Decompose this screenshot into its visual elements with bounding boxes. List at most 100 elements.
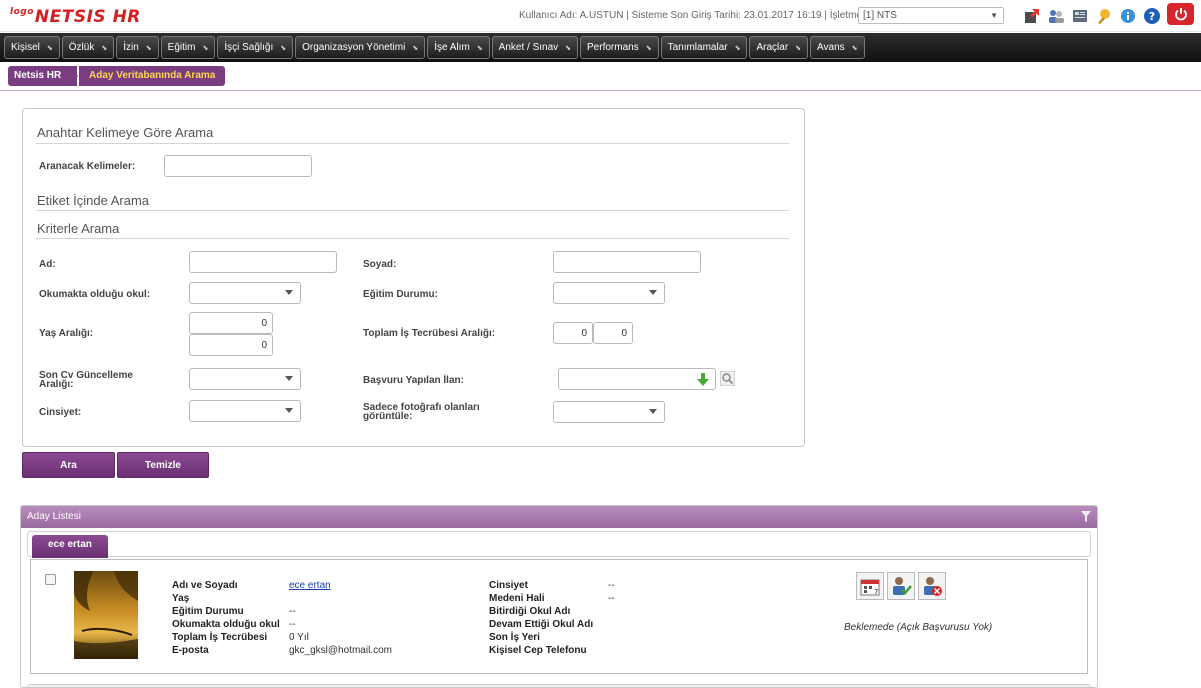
- last-name-input[interactable]: [553, 251, 701, 273]
- candidate-photo: [74, 571, 138, 659]
- help-icon[interactable]: ?: [1143, 7, 1161, 25]
- candidate-checkbox[interactable]: [45, 574, 56, 585]
- school-value: --: [289, 619, 296, 630]
- nav-ozluk[interactable]: Özlük ⬊: [61, 36, 115, 59]
- breadcrumb: Netsis HR Aday Veritabanında Arama: [0, 62, 1201, 91]
- school-label: Okumakta olduğu okul: [172, 619, 280, 630]
- nav-organizasyon[interactable]: Organizasyon Yönetimi ⬊: [295, 36, 426, 59]
- nav-egitim[interactable]: Eğitim ⬊: [160, 36, 216, 59]
- breadcrumb-separator: [68, 66, 78, 86]
- first-name-input[interactable]: [189, 251, 337, 273]
- app-logo[interactable]: logoNETSIS HR: [10, 7, 141, 27]
- reject-candidate-button[interactable]: [918, 572, 946, 600]
- candidate-name-link[interactable]: ece ertan: [289, 580, 331, 591]
- divider: [36, 143, 789, 144]
- logout-button[interactable]: [1167, 3, 1194, 25]
- chevron-down-icon: ⬊: [46, 44, 53, 52]
- search-lookup-button[interactable]: [719, 370, 736, 387]
- cv-update-label: Son Cv Güncelleme Aralığı:: [39, 371, 133, 390]
- user-reject-icon: [924, 577, 942, 596]
- applied-ad-label: Başvuru Yapılan İlan:: [363, 375, 464, 386]
- chevron-down-icon: [285, 408, 293, 413]
- education-select[interactable]: [553, 282, 665, 304]
- chevron-down-icon: ⬊: [851, 44, 858, 52]
- nav-kisisel[interactable]: Kişisel ⬊: [4, 36, 60, 59]
- nav-araclar[interactable]: Araçlar ⬊: [749, 36, 809, 59]
- report-icon[interactable]: [1071, 7, 1089, 25]
- candidate-tabs: ece ertan: [27, 531, 1091, 558]
- gender-label: Cinsiyet:: [39, 407, 82, 418]
- email-label: E-posta: [172, 645, 209, 656]
- filter-icon[interactable]: [1081, 511, 1091, 522]
- candidate-card: Adı ve Soyadı ece ertan Yaş Eğitim Durum…: [30, 559, 1088, 674]
- age-max-input[interactable]: 0: [189, 334, 273, 356]
- school-select[interactable]: [189, 282, 301, 304]
- chevron-down-icon: ⬊: [145, 44, 152, 52]
- external-link-icon[interactable]: [1023, 7, 1041, 25]
- experience-min-input[interactable]: 0: [553, 322, 593, 344]
- education-value: --: [289, 606, 296, 617]
- next-item-tab: [27, 684, 1091, 687]
- nav-anket-sinav[interactable]: Anket / Sınav ⬊: [491, 36, 579, 59]
- chevron-down-icon: ⬊: [734, 44, 741, 52]
- nav-avans[interactable]: Avans ⬊: [810, 36, 865, 59]
- divider: [36, 210, 789, 211]
- age-min-input[interactable]: 0: [189, 312, 273, 334]
- gender-label: Cinsiyet: [489, 580, 528, 591]
- photo-only-label: Sadece fotoğrafı olanları görüntüle:: [363, 403, 480, 422]
- info-icon[interactable]: [1119, 7, 1137, 25]
- nav-performans[interactable]: Performans ⬊: [580, 36, 659, 59]
- gender-select[interactable]: [189, 400, 301, 422]
- age-label: Yaş: [172, 593, 190, 604]
- arrow-down-icon[interactable]: [697, 373, 709, 386]
- chevron-down-icon: ⬊: [565, 44, 572, 52]
- calendar-icon: 7: [860, 579, 880, 596]
- experience-max-input[interactable]: 0: [593, 322, 633, 344]
- main-nav: Kişisel ⬊ Özlük ⬊ İzin ⬊ Eğitim ⬊ İşçi Sağlı…: [0, 33, 1201, 62]
- nav-label: İşçi Sağlığı: [224, 42, 274, 53]
- logo-prefix: logo: [10, 7, 34, 17]
- continuing-school-label: Devam Ettiği Okul Adı: [489, 619, 594, 630]
- nav-ise-alim[interactable]: İşe Alım ⬊: [427, 36, 490, 59]
- section-title-tag: Etiket İçinde Arama: [37, 193, 149, 208]
- search-icon: [719, 370, 736, 387]
- tab-candidate[interactable]: ece ertan: [32, 535, 108, 558]
- clear-button[interactable]: Temizle: [117, 452, 209, 478]
- last-job-label: Son İş Yeri: [489, 632, 540, 643]
- nav-label: Tanımlamalar: [667, 42, 728, 53]
- nav-tanimlamalar[interactable]: Tanımlamalar ⬊: [660, 36, 748, 59]
- nav-izin[interactable]: İzin ⬊: [116, 36, 159, 59]
- search-button[interactable]: Ara: [22, 452, 115, 478]
- section-title-criteria: Kriterle Arama: [37, 221, 120, 236]
- cv-update-label-line2: Aralığı:: [39, 379, 74, 390]
- breadcrumb-home[interactable]: Netsis HR: [8, 66, 78, 86]
- cv-update-select[interactable]: [189, 368, 301, 390]
- nav-label: Kişisel: [11, 42, 40, 53]
- approve-candidate-button[interactable]: [887, 572, 915, 600]
- company-select-value: [1] NTS: [863, 10, 897, 21]
- experience-value: 0 Yıl: [289, 632, 309, 643]
- company-select[interactable]: [1] NTS ▼: [858, 7, 1004, 24]
- nav-isci-sagligi[interactable]: İşçi Sağlığı ⬊: [217, 36, 294, 59]
- keyword-label: Aranacak Kelimeler:: [39, 161, 136, 172]
- chevron-down-icon: ⬊: [412, 44, 419, 52]
- photo-only-label-line2: görüntüle:: [363, 411, 413, 422]
- schedule-interview-button[interactable]: 7: [856, 572, 884, 600]
- education-label: Eğitim Durumu:: [363, 289, 438, 300]
- age-range-label: Yaş Aralığı:: [39, 328, 94, 339]
- chevron-down-icon: ⬊: [280, 44, 287, 52]
- graduated-school-label: Bitirdiği Okul Adı: [489, 606, 571, 617]
- experience-range-label: Toplam İş Tecrübesi Aralığı:: [363, 328, 496, 339]
- nav-label: Avans: [817, 42, 845, 53]
- marital-value: --: [608, 593, 615, 604]
- photo-only-select[interactable]: [553, 401, 665, 423]
- power-icon: [1174, 8, 1187, 21]
- nav-label: İşe Alım: [434, 42, 470, 53]
- users-icon[interactable]: [1047, 7, 1065, 25]
- school-label: Okumakta olduğu okul:: [39, 289, 151, 300]
- applied-ad-input[interactable]: [558, 368, 716, 390]
- nav-label: İzin: [123, 42, 139, 53]
- chevron-down-icon: ⬊: [645, 44, 652, 52]
- keyword-input[interactable]: [164, 155, 312, 177]
- award-icon[interactable]: [1095, 7, 1113, 25]
